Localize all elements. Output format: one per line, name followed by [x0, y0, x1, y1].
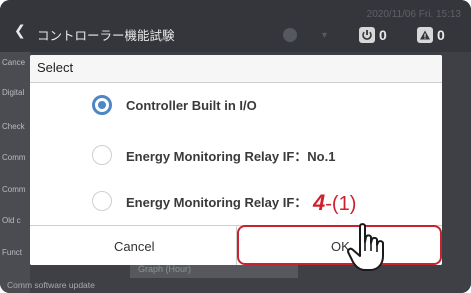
title-bar: ❮ コントローラー機能試験 2020/11/06 Fri. 15:13 ▼ 0 …	[0, 0, 471, 52]
sidebar-item[interactable]: Old c	[2, 216, 21, 225]
power-icon	[359, 26, 375, 43]
dropdown-caret-icon[interactable]: ▼	[320, 30, 329, 40]
radio-empty-icon[interactable]	[92, 191, 112, 211]
sidebar: Cance Digital Check Comm Comm Old c Func…	[0, 52, 30, 293]
option-label: Energy Monitoring Relay IF：No.1	[126, 148, 336, 164]
dialog-title: Select	[37, 60, 74, 75]
sidebar-item[interactable]: Digital	[2, 88, 24, 97]
option-energy-relay-no1[interactable]: Energy Monitoring Relay IF：No.1	[92, 143, 335, 167]
option-controller-built-in-io[interactable]: Controller Built in I/O	[92, 93, 257, 117]
radio-selected-icon[interactable]	[92, 95, 112, 115]
option-energy-relay[interactable]: Energy Monitoring Relay IF：	[92, 189, 307, 213]
page-title: コントローラー機能試験	[37, 29, 175, 43]
warning-count: 0	[437, 26, 445, 43]
cancel-button[interactable]: Cancel	[114, 239, 154, 254]
step-number: 4	[313, 190, 326, 215]
radio-empty-icon[interactable]	[92, 145, 112, 165]
datetime-display: 2020/11/06 Fri. 15:13	[366, 9, 461, 20]
sidebar-item[interactable]: Comm	[2, 185, 26, 194]
power-status[interactable]: 0	[359, 26, 387, 43]
option-label: Energy Monitoring Relay IF：	[126, 194, 308, 210]
power-count: 0	[379, 26, 387, 43]
warning-status[interactable]: 0	[417, 26, 445, 43]
ok-highlight-box	[237, 225, 442, 265]
lock-toggle-icon[interactable]	[283, 28, 297, 42]
step-sub: -(1)	[325, 193, 357, 215]
sidebar-item[interactable]: Check	[2, 122, 25, 131]
warning-icon	[417, 26, 433, 43]
dialog-header: Select	[30, 55, 442, 83]
back-chevron-icon[interactable]: ❮	[14, 22, 26, 39]
option-label: Controller Built in I/O	[126, 97, 257, 113]
sidebar-item[interactable]: Comm	[2, 153, 26, 162]
comm-software-update-item[interactable]: Comm software update	[7, 280, 95, 290]
sidebar-item[interactable]: Funct	[2, 248, 22, 257]
sidebar-item[interactable]: Cance	[2, 58, 25, 67]
pointing-hand-icon	[347, 223, 385, 271]
step-annotation: 4-(1)	[313, 190, 357, 216]
